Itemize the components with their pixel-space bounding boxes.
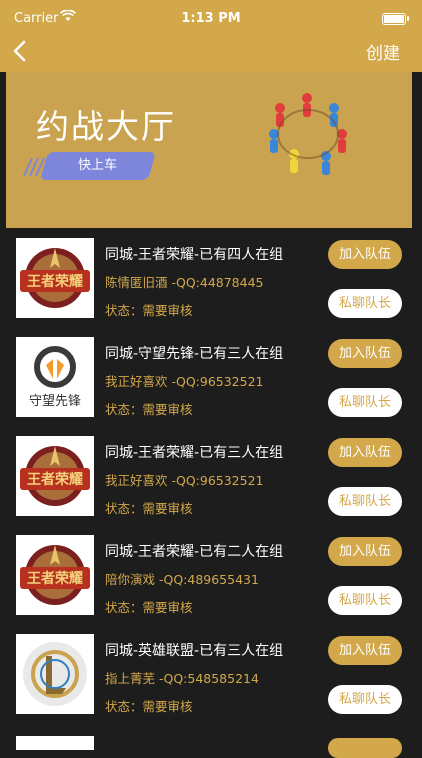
next-item-thumbnail	[16, 736, 94, 750]
join-team-button[interactable]: 加入队伍	[328, 339, 402, 368]
join-team-button[interactable]: 加入队伍	[328, 438, 402, 467]
battery-icon	[382, 13, 409, 25]
chat-leader-button[interactable]: 私聊队长	[328, 388, 402, 417]
quick-board-label: 快上车	[78, 158, 118, 173]
group-title: 同城-守望先锋-已有三人在组	[105, 346, 284, 362]
chat-leader-button[interactable]: 私聊队长	[328, 289, 402, 318]
chat-leader-button[interactable]: 私聊队长	[328, 586, 402, 615]
list-item: 王者荣耀 同城-王者荣耀-已有二人在组 陪你演戏 -QQ:489655431 状…	[0, 529, 422, 628]
navigation-bar: 创建	[0, 36, 422, 72]
join-team-button[interactable]: 加入队伍	[328, 240, 402, 269]
group-status: 状态：需要审核	[105, 303, 193, 318]
league-of-legends-logo-icon	[23, 642, 87, 706]
game-logo-text: 王者荣耀	[27, 570, 83, 587]
group-leader: 陪你演戏 -QQ:489655431	[105, 572, 259, 587]
group-leader: 我正好喜欢 -QQ:96532521	[105, 374, 264, 389]
chat-leader-button[interactable]: 私聊队长	[328, 487, 402, 516]
list-item: 守望先锋 同城-守望先锋-已有三人在组 我正好喜欢 -QQ:96532521 状…	[0, 331, 422, 430]
group-status: 状态：需要审核	[105, 501, 193, 516]
group-status: 状态：需要审核	[105, 402, 193, 417]
group-title: 同城-王者荣耀-已有四人在组	[105, 247, 284, 263]
people-circle-icon	[269, 93, 347, 175]
overwatch-logo-icon: 守望先锋	[29, 346, 81, 409]
group-title: 同城-王者荣耀-已有二人在组	[105, 544, 284, 560]
list-item: 王者荣耀 同城-王者荣耀-已有三人在组 我正好喜欢 -QQ:96532521 状…	[0, 430, 422, 529]
group-title: 同城-英雄联盟-已有三人在组	[105, 643, 284, 659]
list-item: 同城-英雄联盟-已有三人在组 指上菁芜 -QQ:548585214 状态：需要审…	[0, 628, 422, 727]
next-item-join-button[interactable]	[328, 738, 402, 758]
page-title: 约战大厅	[36, 107, 176, 146]
quick-board-button[interactable]: 快上车	[39, 152, 157, 180]
game-logo: 王者荣耀	[16, 535, 94, 615]
group-status: 状态：需要审核	[105, 699, 193, 714]
game-logo-text: 守望先锋	[29, 393, 81, 409]
list-item: 王者荣耀 同城-王者荣耀-已有四人在组 陈情匿旧酒 -QQ:44878445 状…	[0, 232, 422, 331]
join-team-button[interactable]: 加入队伍	[328, 636, 402, 665]
create-button[interactable]: 创建	[366, 36, 400, 72]
game-logo: 守望先锋	[16, 337, 94, 417]
game-logo-text: 王者荣耀	[27, 471, 83, 488]
group-leader: 我正好喜欢 -QQ:96532521	[105, 473, 264, 488]
chevron-left-icon[interactable]	[12, 34, 28, 71]
game-logo: 王者荣耀	[16, 238, 94, 318]
join-team-button[interactable]: 加入队伍	[328, 537, 402, 566]
group-status: 状态：需要审核	[105, 600, 193, 615]
banner: 约战大厅 快上车	[6, 72, 412, 228]
clock: 1:13 PM	[181, 11, 241, 26]
group-leader: 陈情匿旧酒 -QQ:44878445	[105, 275, 264, 290]
honor-of-kings-logo-icon: 王者荣耀	[20, 545, 90, 605]
game-logo: 王者荣耀	[16, 436, 94, 516]
status-bar: Carrier 1:13 PM	[0, 0, 422, 36]
honor-of-kings-logo-icon: 王者荣耀	[20, 446, 90, 506]
group-title: 同城-王者荣耀-已有三人在组	[105, 445, 284, 461]
group-leader: 指上菁芜 -QQ:548585214	[105, 671, 259, 686]
group-list: 王者荣耀 同城-王者荣耀-已有四人在组 陈情匿旧酒 -QQ:44878445 状…	[0, 232, 422, 727]
chat-leader-button[interactable]: 私聊队长	[328, 685, 402, 714]
game-logo	[16, 634, 94, 714]
honor-of-kings-logo-icon: 王者荣耀	[20, 248, 90, 308]
game-logo-text: 王者荣耀	[27, 273, 83, 290]
